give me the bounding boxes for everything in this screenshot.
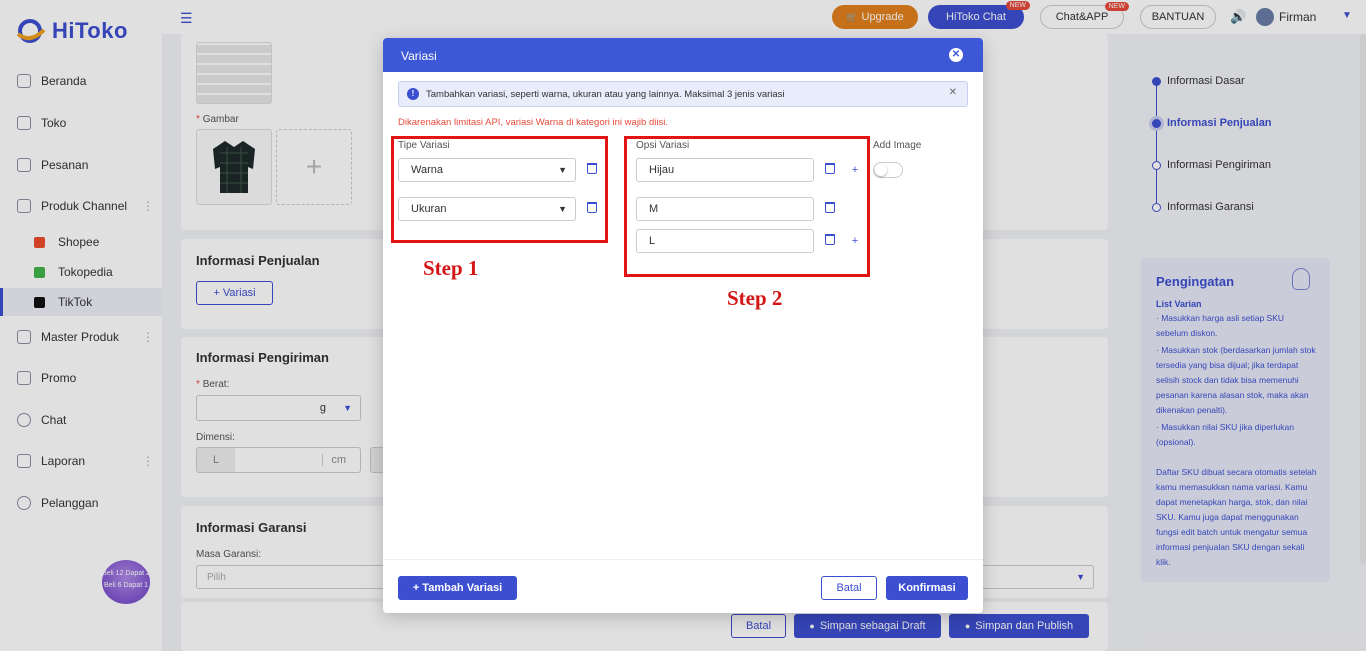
variation-modal: Variasi ✕ ! Tambahkan variasi, seperti w…: [383, 38, 983, 613]
confirm-button[interactable]: Konfirmasi: [886, 576, 968, 600]
info-text: Tambahkan variasi, seperti warna, ukuran…: [426, 88, 785, 100]
modal-cancel-button[interactable]: Batal: [821, 576, 877, 600]
modal-header: Variasi ✕: [383, 38, 983, 72]
info-icon: !: [407, 88, 419, 100]
step1-highlight-box: [391, 136, 608, 243]
step1-annotation: Step 1: [423, 256, 479, 280]
step2-annotation: Step 2: [727, 286, 783, 310]
step2-highlight-box: [624, 136, 870, 277]
add-variation-button[interactable]: + Tambah Variasi: [398, 576, 517, 600]
add-image-toggle[interactable]: [873, 162, 903, 178]
warning-text: Dikarenakan limitasi API, variasi Warna …: [398, 117, 668, 128]
close-icon[interactable]: ✕: [949, 48, 963, 62]
close-icon[interactable]: ✕: [949, 87, 957, 98]
info-banner: ! Tambahkan variasi, seperti warna, ukur…: [398, 81, 968, 107]
modal-footer: + Tambah Variasi Batal Konfirmasi: [383, 559, 983, 613]
modal-title: Variasi: [401, 49, 437, 63]
page-scrollbar[interactable]: [1360, 34, 1366, 564]
add-image-label: Add Image: [873, 140, 922, 151]
